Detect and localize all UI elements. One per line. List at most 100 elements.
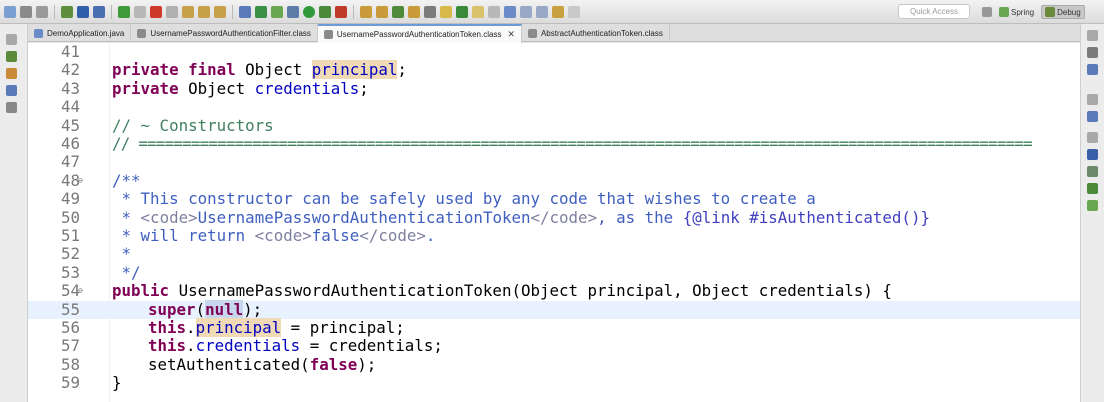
new-package-icon[interactable]	[376, 6, 388, 18]
quick-access-input[interactable]: Quick Access	[898, 4, 970, 19]
editor-tab-bar: DemoApplication.java UsernamePasswordAut…	[28, 24, 1080, 43]
step-over-icon[interactable]	[198, 6, 210, 18]
html-tag: </code>	[530, 207, 598, 227]
code-segment: , as the	[597, 207, 683, 227]
perspective-spring[interactable]: Spring	[996, 6, 1037, 18]
current-code-line: 55 super(null);	[28, 299, 1080, 319]
debug-view-icon[interactable]	[6, 51, 17, 62]
code-line: 43 private Object credentials;	[28, 78, 1080, 98]
open-type-icon[interactable]	[408, 6, 420, 18]
variables-icon[interactable]	[1087, 47, 1098, 58]
console-icon[interactable]	[77, 6, 89, 18]
hierarchy-icon[interactable]	[6, 68, 17, 79]
junit-icon[interactable]	[1087, 183, 1098, 194]
restore-icon[interactable]	[1087, 30, 1098, 41]
class-file-icon	[323, 30, 333, 39]
code-segment: *	[112, 207, 141, 227]
new-java-project-icon[interactable]	[360, 6, 372, 18]
code-comment: // =====================================…	[112, 134, 1033, 153]
project-explorer-icon[interactable]	[6, 85, 17, 96]
outline-icon[interactable]	[1087, 111, 1098, 122]
pin-icon[interactable]	[456, 6, 468, 18]
code-segment: ;	[397, 60, 407, 80]
code-segment: .	[425, 226, 436, 245]
console-view-icon[interactable]	[1087, 149, 1098, 160]
skip-breakpoints-icon[interactable]	[93, 6, 105, 18]
open-perspective-icon[interactable]	[255, 6, 267, 18]
javadoc-text: *	[112, 244, 132, 264]
back-icon[interactable]	[552, 6, 564, 18]
code-comment: // ~ Constructors	[112, 115, 274, 135]
suspend-icon[interactable]	[134, 6, 146, 18]
use-step-filters-icon[interactable]	[239, 6, 251, 18]
save-all-icon[interactable]	[36, 6, 48, 18]
previous-annotation-icon[interactable]	[536, 6, 548, 18]
resume-icon[interactable]	[118, 6, 130, 18]
forward-icon[interactable]	[568, 6, 580, 18]
perspective-debug[interactable]: Debug	[1041, 5, 1085, 19]
code-segment: Object	[235, 60, 312, 80]
boot-dashboard-icon[interactable]	[1087, 200, 1098, 211]
code-segment: );	[243, 299, 263, 319]
javadoc-text: * <code>UsernamePasswordAuthenticationTo…	[112, 207, 930, 227]
breakpoints-icon[interactable]	[1087, 64, 1098, 75]
toolbar-separator	[54, 5, 55, 19]
new-icon[interactable]	[4, 6, 16, 18]
spring-leaf-icon	[999, 7, 1009, 17]
line-number: 56	[60, 318, 80, 337]
restore-icon[interactable]	[6, 34, 17, 45]
tab-authentication-filter[interactable]: UsernamePasswordAuthenticationFilter.cla…	[131, 24, 318, 42]
run-icon[interactable]	[303, 6, 315, 18]
line-number: 52	[60, 244, 80, 264]
code-editor[interactable]: 41 42 private final Object principal; 43…	[28, 43, 1080, 402]
run-config-icon[interactable]	[319, 6, 331, 18]
servers-icon[interactable]	[6, 102, 17, 113]
terminate-icon[interactable]	[150, 6, 162, 18]
perspective-spring-label: Spring	[1011, 7, 1035, 17]
step-into-icon[interactable]	[182, 6, 194, 18]
tab-demo-application[interactable]: DemoApplication.java	[28, 24, 132, 42]
tab-abstract-authentication-token[interactable]: AbstractAuthenticationToken.class	[522, 24, 670, 42]
toggle-mark-occurrences-icon[interactable]	[472, 6, 484, 18]
javadoc-text: * will return <code>false</code>.	[112, 226, 436, 245]
keyword: this	[148, 318, 187, 337]
block-selection-icon[interactable]	[504, 6, 516, 18]
line-number: 49	[60, 189, 80, 209]
close-icon[interactable]: ✕	[507, 29, 515, 40]
code-segment: .	[186, 336, 196, 356]
progress-icon[interactable]	[1087, 166, 1098, 177]
code-line: 47	[28, 152, 1080, 171]
restore-icon[interactable]	[1087, 132, 1098, 143]
new-class-icon[interactable]	[392, 6, 404, 18]
restore-icon[interactable]	[1087, 94, 1098, 105]
show-whitespace-icon[interactable]	[488, 6, 500, 18]
tab-authentication-token[interactable]: UsernamePasswordAuthenticationToken.clas…	[317, 24, 522, 43]
line-number: 53	[60, 262, 80, 282]
fold-toggle-icon[interactable]: ⊖	[78, 172, 83, 190]
code-line: 50 * <code>UsernamePasswordAuthenticatio…	[28, 207, 1080, 227]
step-return-icon[interactable]	[214, 6, 226, 18]
line-number: 57	[60, 336, 80, 356]
line-number: 59	[60, 373, 80, 393]
spring-boot-icon[interactable]	[271, 6, 283, 18]
keyword: super	[148, 299, 196, 319]
debug-run-icon[interactable]	[287, 6, 299, 18]
disconnect-icon[interactable]	[166, 6, 178, 18]
save-icon[interactable]	[20, 6, 32, 18]
code-line: 56 this.principal = principal;	[28, 318, 1080, 337]
search-icon[interactable]	[424, 6, 436, 18]
tab-label: AbstractAuthenticationToken.class	[540, 28, 663, 38]
code-segment: * will return	[112, 226, 255, 245]
annotation-icon[interactable]	[440, 6, 452, 18]
field-name: credentials	[254, 78, 360, 98]
code-text: private Object credentials;	[112, 78, 369, 98]
perspective-debug-label: Debug	[1057, 7, 1081, 17]
build-icon[interactable]	[61, 6, 73, 18]
fold-toggle-icon[interactable]: ⊖	[78, 282, 83, 300]
open-perspective-icon[interactable]	[982, 7, 992, 17]
keyword: private	[112, 78, 179, 98]
external-tools-icon[interactable]	[335, 6, 347, 18]
line-number: 45	[60, 115, 80, 135]
next-annotation-icon[interactable]	[520, 6, 532, 18]
code-segment: UsernamePasswordAuthenticationToken	[197, 207, 531, 227]
